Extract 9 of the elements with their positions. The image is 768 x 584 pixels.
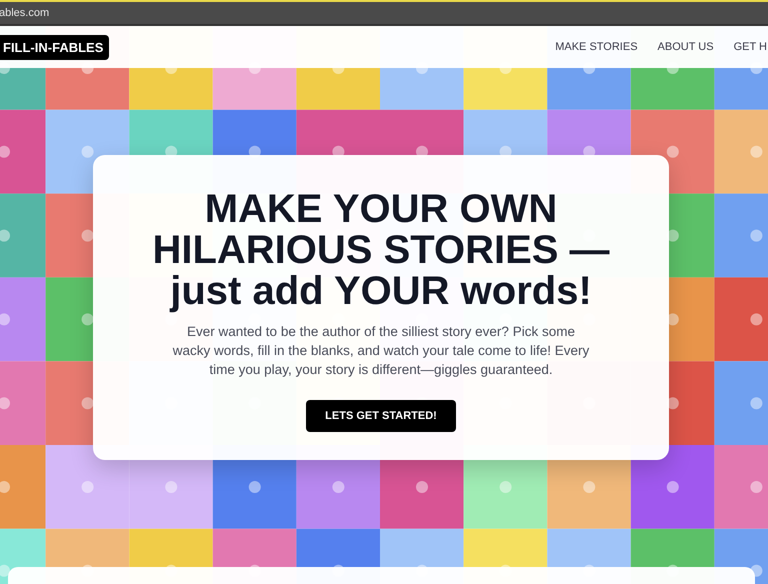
get-started-button[interactable]: LETS GET STARTED! [306, 400, 456, 432]
logo[interactable]: FILL-IN-FABLES [0, 34, 110, 60]
nav-link[interactable]: GET H [734, 41, 767, 53]
hero-title: HILARIOUS STORIES — [152, 230, 610, 271]
nav-link[interactable]: MAKE STORIES [555, 41, 638, 53]
hero-title: MAKE YOUR OWN [204, 189, 558, 230]
hero-description: Ever wanted to be the author of the silliest story ever? Pick some wacky words, fill in the blanks, and watch your tale come to life! Every time you play, your story is different—giggles guaranteed. [172, 323, 590, 379]
hero-title: just add YOUR words! [170, 271, 592, 312]
nav-link[interactable]: ABOUT US [658, 41, 714, 53]
